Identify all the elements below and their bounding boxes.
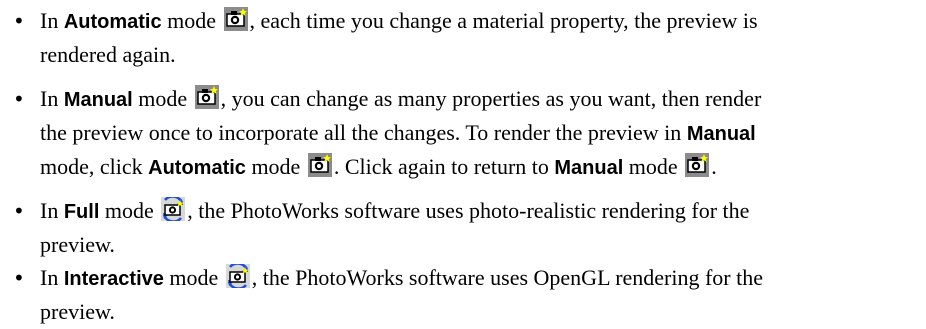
list-item-text: In Full mode , the PhotoWorks software u… [40,197,750,257]
bullet-marker: • [13,199,25,223]
ui-term-manual: Manual [554,157,624,179]
camera-refresh-icon [225,264,250,288]
list-item-text: In Automatic mode , each time you change… [40,7,758,67]
bullet-marker: • [13,266,25,290]
ui-term-manual: Manual [686,123,756,145]
camera-icon [194,85,219,109]
ui-term-automatic: Automatic [148,157,246,179]
ui-term-manual: Manual [63,89,133,111]
ui-term-automatic: Automatic [63,11,162,33]
camera-icon [685,153,710,177]
list-item-text: In Manual mode , you can change as many … [40,85,762,179]
bullet-marker: • [13,87,25,111]
ui-term-interactive: Interactive [63,268,164,290]
documentation-bullet-list: • In Automatic mode , each time you chan… [0,0,926,324]
camera-refresh-icon [161,197,186,221]
bullet-marker: • [13,9,25,33]
ui-term-full: Full [63,201,100,223]
camera-icon [223,7,248,31]
camera-icon [307,153,332,177]
list-item-text: In Interactive mode , the PhotoWorks sof… [40,264,764,324]
